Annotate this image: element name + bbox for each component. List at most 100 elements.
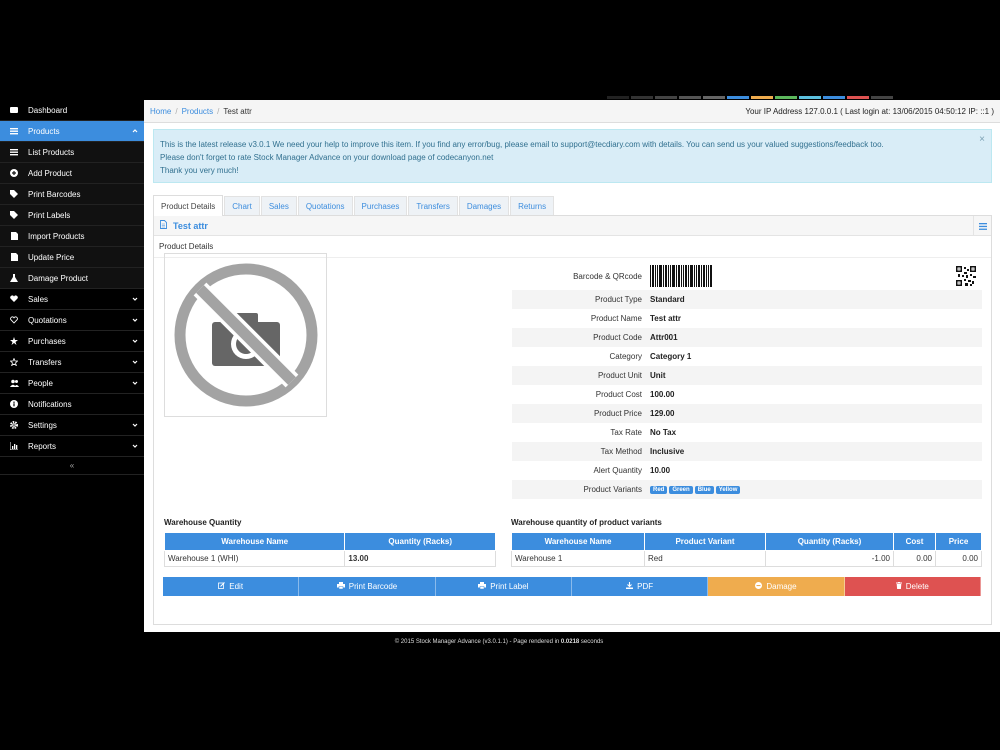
star-icon bbox=[7, 337, 21, 345]
edit-button-label: Edit bbox=[229, 582, 244, 591]
swatch[interactable] bbox=[631, 96, 653, 99]
detail-row-variants: Product Variants Red Green Blue Yellow bbox=[512, 480, 982, 499]
swatch[interactable] bbox=[823, 96, 845, 99]
sidebar-item-print-labels[interactable]: Print Labels bbox=[0, 205, 144, 226]
detail-label: Tax Rate bbox=[610, 428, 642, 437]
chevron-down-icon bbox=[132, 379, 138, 388]
tab-sales[interactable]: Sales bbox=[260, 196, 297, 215]
star-outline-icon bbox=[7, 358, 21, 366]
pdf-label: PDF bbox=[637, 582, 654, 591]
sidebar-item-label: Reports bbox=[28, 441, 57, 451]
sidebar-item-print-barcodes[interactable]: Print Barcodes bbox=[0, 184, 144, 205]
sidebar-item-people[interactable]: People bbox=[0, 373, 144, 394]
detail-value: Test attr bbox=[650, 314, 681, 323]
detail-row: Product Price 129.00 bbox=[512, 404, 982, 423]
column-header[interactable]: Product Variant bbox=[644, 532, 766, 551]
theme-color-swatches bbox=[607, 96, 893, 99]
column-header[interactable]: Quantity (Racks) bbox=[344, 532, 496, 551]
chevron-down-icon bbox=[132, 337, 138, 346]
swatch[interactable] bbox=[727, 96, 749, 99]
chevron-down-icon bbox=[132, 316, 138, 325]
sidebar-item-update-price[interactable]: Update Price bbox=[0, 247, 144, 268]
detail-value: Inclusive bbox=[650, 447, 685, 456]
warehouse-quantity-table: Warehouse Name Quantity (Racks) Warehous… bbox=[163, 532, 496, 567]
breadcrumb-current: Test attr bbox=[223, 106, 252, 116]
swatch[interactable] bbox=[679, 96, 701, 99]
file-icon bbox=[7, 232, 21, 240]
sidebar-item-label: Import Products bbox=[28, 231, 85, 241]
column-header[interactable]: Warehouse Name bbox=[163, 532, 346, 551]
tab-chart[interactable]: Chart bbox=[224, 196, 260, 215]
swatch[interactable] bbox=[703, 96, 725, 99]
variant-badge: Yellow bbox=[715, 485, 741, 494]
barcode-row: Barcode & QRcode bbox=[512, 262, 982, 290]
tab-returns[interactable]: Returns bbox=[510, 196, 555, 215]
product-tabs: Product Details Chart Sales Quotations P… bbox=[153, 195, 992, 216]
sidebar-item-import-products[interactable]: Import Products bbox=[0, 226, 144, 247]
column-header[interactable]: Cost bbox=[893, 532, 936, 551]
action-buttons: Edit Print Barcode Print Label PDF Damag… bbox=[163, 577, 981, 596]
column-header[interactable]: Warehouse Name bbox=[511, 532, 645, 551]
sidebar-item-dashboard[interactable]: Dashboard bbox=[0, 100, 144, 121]
sidebar-item-add-product[interactable]: Add Product bbox=[0, 163, 144, 184]
swatch[interactable] bbox=[655, 96, 677, 99]
sidebar-item-damage-product[interactable]: Damage Product bbox=[0, 268, 144, 289]
tab-transfers[interactable]: Transfers bbox=[408, 196, 458, 215]
ip-info: Your IP Address 127.0.0.1 ( Last login a… bbox=[745, 106, 994, 116]
sidebar-item-list-products[interactable]: List Products bbox=[0, 142, 144, 163]
sidebar-item-products[interactable]: Products bbox=[0, 121, 144, 142]
swatch[interactable] bbox=[607, 96, 629, 99]
edit-button[interactable]: Edit bbox=[163, 577, 300, 596]
swatch[interactable] bbox=[871, 96, 893, 99]
damage-button[interactable]: Damage bbox=[708, 577, 845, 596]
swatch[interactable] bbox=[799, 96, 821, 99]
column-header[interactable]: Price bbox=[935, 532, 982, 551]
swatch[interactable] bbox=[775, 96, 797, 99]
table-row: Warehouse 1 (WHI) 13.00 bbox=[163, 550, 496, 567]
column-header[interactable]: Quantity (Racks) bbox=[765, 532, 894, 551]
variant-badge: Red bbox=[650, 485, 668, 494]
tab-product-details[interactable]: Product Details bbox=[153, 195, 224, 216]
detail-row: Product Name Test attr bbox=[512, 309, 982, 328]
variant-badges: Red Green Blue Yellow bbox=[650, 485, 982, 494]
table-cell: 0.00 bbox=[935, 550, 982, 567]
breadcrumb-products-link[interactable]: Products bbox=[182, 107, 214, 116]
print-label-button[interactable]: Print Label bbox=[435, 577, 572, 596]
sidebar-item-notifications[interactable]: Notifications bbox=[0, 394, 144, 415]
swatch[interactable] bbox=[751, 96, 773, 99]
heart-outline-icon bbox=[7, 316, 21, 324]
alert-line: This is the latest release v3.0.1 We nee… bbox=[160, 140, 884, 149]
cog-icon bbox=[7, 421, 21, 429]
detail-value: 10.00 bbox=[650, 466, 671, 475]
file-icon bbox=[160, 220, 167, 231]
sidebar-item-label: Update Price bbox=[28, 252, 75, 262]
sidebar-item-quotations[interactable]: Quotations bbox=[0, 310, 144, 331]
tab-damages[interactable]: Damages bbox=[458, 196, 510, 215]
sidebar-item-label: Notifications bbox=[28, 399, 72, 409]
chevron-down-icon bbox=[132, 295, 138, 304]
sidebar-item-reports[interactable]: Reports bbox=[0, 436, 144, 457]
swatch[interactable] bbox=[847, 96, 869, 99]
minus-circle-icon bbox=[755, 582, 763, 591]
sidebar-item-sales[interactable]: Sales bbox=[0, 289, 144, 310]
sidebar-item-transfers[interactable]: Transfers bbox=[0, 352, 144, 373]
plus-circle-icon bbox=[7, 169, 21, 177]
tasks-menu-icon[interactable] bbox=[973, 216, 991, 236]
pdf-button[interactable]: PDF bbox=[571, 577, 709, 596]
sidebar-item-label: Purchases bbox=[28, 336, 66, 346]
close-icon[interactable]: × bbox=[979, 133, 985, 146]
detail-value: 129.00 bbox=[650, 409, 675, 418]
sidebar-item-purchases[interactable]: Purchases bbox=[0, 331, 144, 352]
breadcrumb-home-link[interactable]: Home bbox=[150, 107, 171, 116]
delete-button[interactable]: Delete bbox=[844, 577, 981, 596]
tab-quotations[interactable]: Quotations bbox=[297, 196, 353, 215]
print-barcode-button[interactable]: Print Barcode bbox=[299, 577, 436, 596]
detail-label: Product Variants bbox=[583, 485, 642, 494]
sidebar-item-settings[interactable]: Settings bbox=[0, 415, 144, 436]
sidebar-item-label: People bbox=[28, 378, 53, 388]
variant-badge: Blue bbox=[694, 485, 714, 494]
tab-purchases[interactable]: Purchases bbox=[353, 196, 408, 215]
sidebar-collapse-button[interactable]: « bbox=[0, 457, 144, 475]
info-icon bbox=[7, 400, 21, 408]
footer: © 2015 Stock Manager Advance (v3.0.1.1) … bbox=[144, 639, 854, 645]
